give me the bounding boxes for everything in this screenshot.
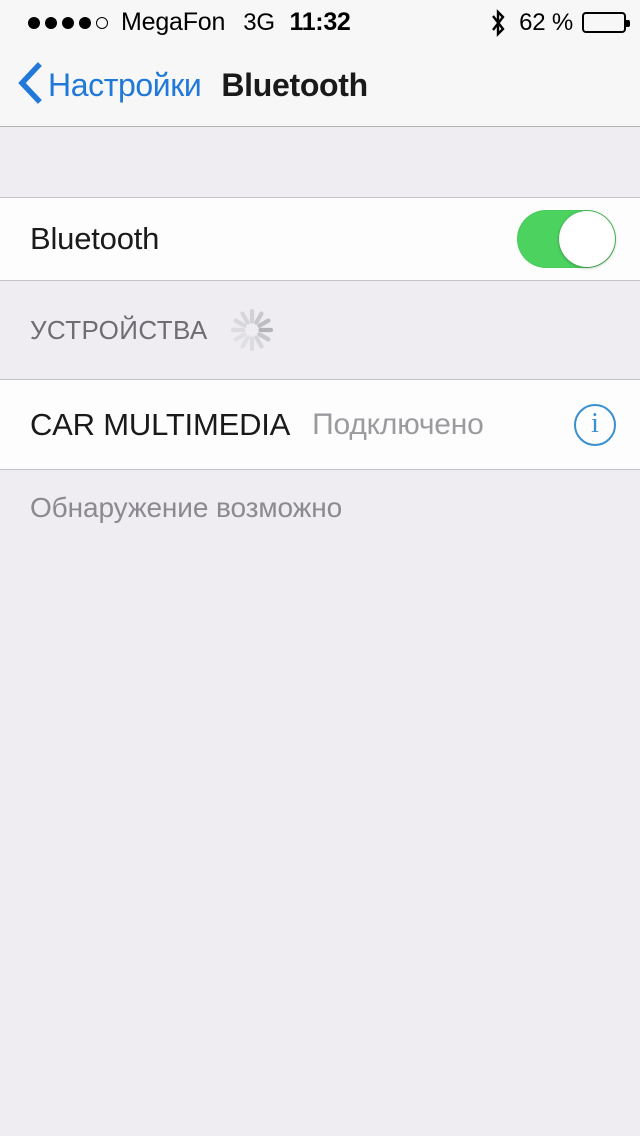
devices-section-title: УСТРОЙСТВА bbox=[30, 314, 208, 345]
device-name-label: CAR MULTIMEDIA bbox=[30, 406, 291, 442]
info-circle-icon[interactable]: i bbox=[574, 403, 616, 446]
signal-strength-indicator bbox=[28, 16, 108, 29]
carrier-label: MegaFon bbox=[121, 8, 226, 36]
chevron-left-icon bbox=[16, 62, 42, 109]
bluetooth-toggle-switch[interactable] bbox=[517, 210, 616, 268]
top-spacer bbox=[0, 127, 640, 197]
bluetooth-icon bbox=[489, 8, 507, 37]
page-title: Bluetooth bbox=[221, 67, 368, 103]
signal-dot-2 bbox=[45, 16, 57, 29]
navigation-bar: Настройки Bluetooth bbox=[0, 45, 640, 127]
devices-section-header: УСТРОЙСТВА bbox=[0, 281, 640, 379]
bluetooth-toggle-row[interactable]: Bluetooth bbox=[0, 197, 640, 281]
status-bar: MegaFon 3G 11:32 62 % bbox=[0, 0, 640, 45]
info-letter: i bbox=[591, 407, 599, 439]
discoverable-text: Обнаружение возможно bbox=[30, 492, 343, 523]
battery-percent-label: 62 % bbox=[519, 8, 573, 36]
signal-dot-4 bbox=[79, 16, 91, 29]
status-bar-left: MegaFon 3G bbox=[28, 8, 275, 37]
toggle-knob bbox=[559, 211, 615, 267]
signal-dot-5 bbox=[96, 16, 108, 29]
bluetooth-row-label: Bluetooth bbox=[30, 221, 160, 256]
status-bar-right: 62 % bbox=[489, 8, 630, 37]
back-button-label: Настройки bbox=[48, 67, 202, 103]
empty-content-area bbox=[0, 524, 640, 1136]
signal-dot-1 bbox=[28, 16, 40, 29]
network-type-label: 3G bbox=[243, 8, 275, 36]
activity-indicator-spinner bbox=[230, 308, 274, 352]
device-row[interactable]: CAR MULTIMEDIA Подключено i bbox=[0, 379, 640, 470]
battery-icon bbox=[582, 12, 630, 33]
device-status-label: Подключено bbox=[312, 407, 484, 441]
signal-dot-3 bbox=[62, 16, 74, 29]
back-button[interactable]: Настройки bbox=[16, 62, 202, 109]
discoverable-footer: Обнаружение возможно bbox=[0, 470, 640, 524]
